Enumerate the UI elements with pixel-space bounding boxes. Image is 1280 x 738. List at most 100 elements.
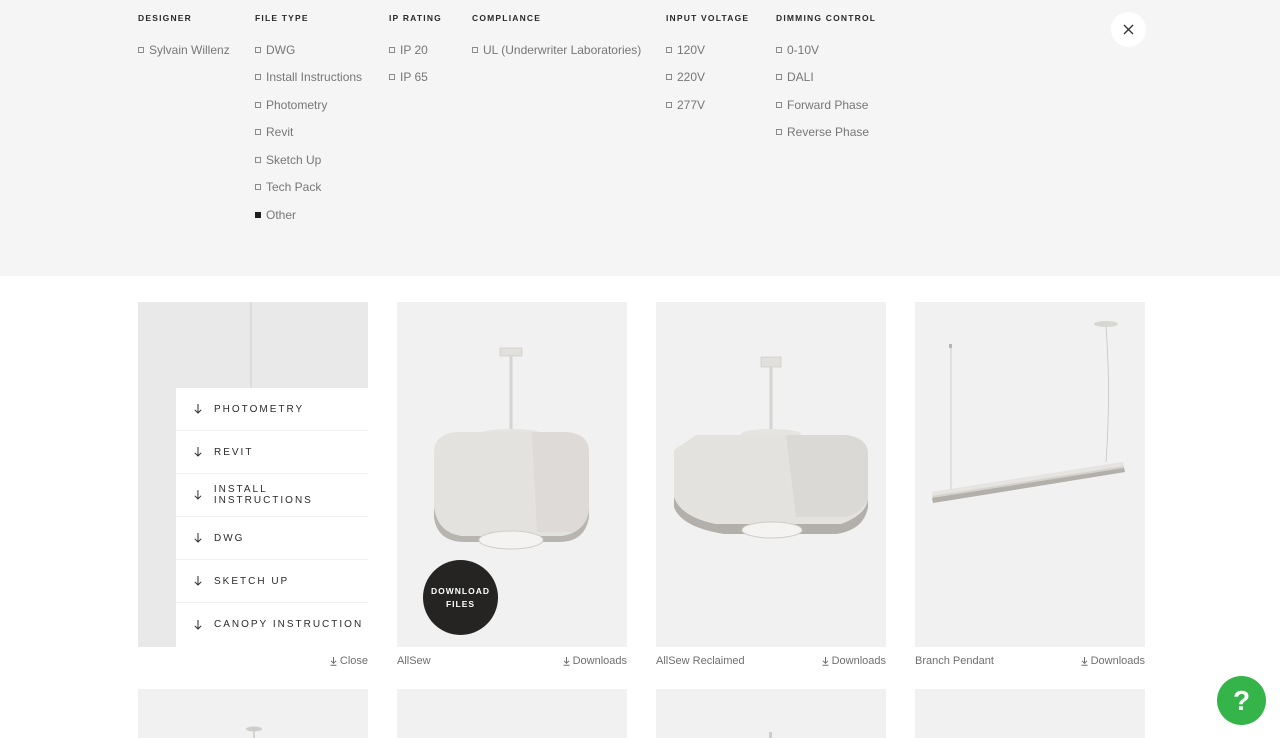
filter-option-ip-20[interactable]: IP 20	[389, 36, 442, 64]
filter-heading: DIMMING CONTROL	[776, 13, 877, 23]
product-caption: AllSew Reclaimed Downloads	[656, 655, 886, 669]
checkbox[interactable]	[255, 101, 261, 108]
checkbox[interactable]	[666, 46, 672, 53]
filter-option-reverse-phase[interactable]: Reverse Phase	[776, 119, 876, 147]
product-card-allsew-reclaimed[interactable]	[656, 302, 886, 647]
checkbox[interactable]	[138, 46, 144, 53]
product-card-next-row[interactable]	[397, 689, 627, 738]
filter-option-label: Sketch Up	[266, 152, 322, 167]
checkbox[interactable]	[666, 74, 672, 81]
filter-option-label: Other	[266, 207, 297, 222]
download-arrow-icon	[194, 447, 202, 457]
checkbox[interactable]	[776, 101, 782, 108]
filter-heading: IP RATING	[389, 13, 442, 23]
product-caption: Branch Pendant Downloads	[915, 655, 1145, 669]
product-caption: Close	[138, 655, 368, 669]
filter-heading: COMPLIANCE	[472, 13, 542, 23]
checkbox[interactable]	[472, 46, 478, 53]
checkbox-checked[interactable]	[255, 211, 261, 218]
download-item-label: CANOPY INSTRUCTION	[214, 619, 364, 630]
filter-option-120v[interactable]: 120V	[666, 36, 749, 64]
filter-option-label: 120V	[677, 42, 706, 57]
download-icon	[822, 656, 829, 666]
download-item-label: DWG	[214, 532, 245, 544]
download-item-install-instructions[interactable]: INSTALL INSTRUCTIONS	[176, 474, 368, 517]
checkbox[interactable]	[776, 74, 782, 81]
download-files-line2: FILES	[445, 598, 476, 609]
download-item-label: INSTALL INSTRUCTIONS	[213, 484, 313, 506]
product-card-allsew[interactable]: DOWNLOAD FILES	[397, 302, 627, 647]
branch-pendant-image	[932, 321, 1125, 503]
download-item-label: PHOTOMETRY	[214, 403, 305, 415]
filter-option-label: Revit	[266, 125, 294, 140]
filter-option-label: DWG	[266, 42, 296, 57]
downloads-label: Downloads	[831, 655, 886, 667]
checkbox[interactable]	[255, 156, 261, 163]
product-image-partial	[246, 726, 262, 738]
filter-group-file-type: FILE TYPE DWG Install Instructions Photo…	[255, 13, 362, 229]
product-card-next-row[interactable]	[656, 689, 886, 738]
checkbox[interactable]	[389, 74, 395, 81]
checkbox[interactable]	[389, 46, 395, 53]
filter-option-0-10v[interactable]: 0-10V	[776, 36, 876, 64]
close-filters-button[interactable]	[1111, 12, 1146, 47]
downloads-link[interactable]: Downloads	[822, 655, 886, 667]
filter-option-ip-65[interactable]: IP 65	[389, 64, 442, 92]
filter-group-compliance: COMPLIANCE UL (Underwriter Laboratories)	[472, 13, 641, 64]
checkbox[interactable]	[776, 129, 782, 136]
filter-option-dali[interactable]: DALI	[776, 64, 876, 92]
download-item-photometry[interactable]: PHOTOMETRY	[176, 388, 368, 431]
filter-option-sketch-up[interactable]: Sketch Up	[255, 146, 362, 174]
product-card-downloads-menu: PHOTOMETRY REVIT INSTALL INSTRUCTIONS DW…	[138, 302, 368, 647]
product-image-partial	[769, 732, 772, 738]
help-button[interactable]: ?	[1217, 676, 1266, 725]
filter-option-ul[interactable]: UL (Underwriter Laboratories)	[472, 36, 641, 64]
checkbox[interactable]	[255, 184, 261, 191]
close-downloads-link[interactable]: Close	[330, 655, 368, 667]
product-name[interactable]: Branch Pendant	[915, 655, 994, 667]
filter-option-220v[interactable]: 220V	[666, 64, 749, 92]
product-card-next-row[interactable]	[138, 689, 368, 738]
download-arrow-icon	[194, 490, 202, 500]
filter-option-photometry[interactable]: Photometry	[255, 91, 362, 119]
product-name[interactable]: AllSew Reclaimed	[656, 655, 745, 667]
download-item-sketch-up[interactable]: SKETCH UP	[176, 560, 368, 603]
checkbox[interactable]	[255, 129, 261, 136]
download-item-canopy-instruction[interactable]: CANOPY INSTRUCTION	[176, 603, 368, 646]
checkbox[interactable]	[255, 46, 261, 53]
filter-option-277v[interactable]: 277V	[666, 91, 749, 119]
filter-option-revit[interactable]: Revit	[255, 119, 362, 147]
filter-option-label: IP 20	[400, 42, 428, 57]
download-item-label: SKETCH UP	[214, 575, 290, 587]
downloads-link[interactable]: Downloads	[1081, 655, 1145, 667]
filter-option-forward-phase[interactable]: Forward Phase	[776, 91, 876, 119]
product-card-next-row[interactable]	[915, 689, 1145, 738]
filter-option-label: 220V	[677, 70, 706, 85]
download-item-dwg[interactable]: DWG	[176, 517, 368, 560]
filter-option-label: Sylvain Willenz	[149, 42, 230, 57]
product-name[interactable]: AllSew	[397, 655, 431, 667]
download-item-label: REVIT	[214, 446, 254, 458]
filter-option-label: UL (Underwriter Laboratories)	[483, 42, 642, 57]
filter-option-sylvain-willenz[interactable]: Sylvain Willenz	[138, 36, 230, 64]
checkbox[interactable]	[255, 74, 261, 81]
downloads-link[interactable]: Downloads	[563, 655, 627, 667]
filter-option-label: 277V	[677, 97, 706, 112]
product-card-branch-pendant[interactable]	[915, 302, 1145, 647]
checkbox[interactable]	[666, 101, 672, 108]
filter-group-input-voltage: INPUT VOLTAGE 120V 220V 277V	[666, 13, 749, 119]
filter-option-label: DALI	[787, 70, 814, 85]
filter-option-install-instructions[interactable]: Install Instructions	[255, 64, 362, 92]
downloads-label: Downloads	[1090, 655, 1145, 667]
download-files-button[interactable]: DOWNLOAD FILES	[423, 560, 498, 635]
filter-option-dwg[interactable]: DWG	[255, 36, 362, 64]
filter-option-label: Reverse Phase	[787, 125, 870, 140]
filter-option-tech-pack[interactable]: Tech Pack	[255, 174, 362, 202]
download-arrow-icon	[194, 576, 202, 586]
filter-option-other[interactable]: Other	[255, 201, 362, 229]
filter-panel: DESIGNER Sylvain Willenz FILE TYPE DWG I…	[0, 0, 1280, 276]
checkbox[interactable]	[776, 46, 782, 53]
download-icon	[1081, 656, 1088, 666]
filter-group-designer: DESIGNER Sylvain Willenz	[138, 13, 230, 64]
download-item-revit[interactable]: REVIT	[176, 431, 368, 474]
